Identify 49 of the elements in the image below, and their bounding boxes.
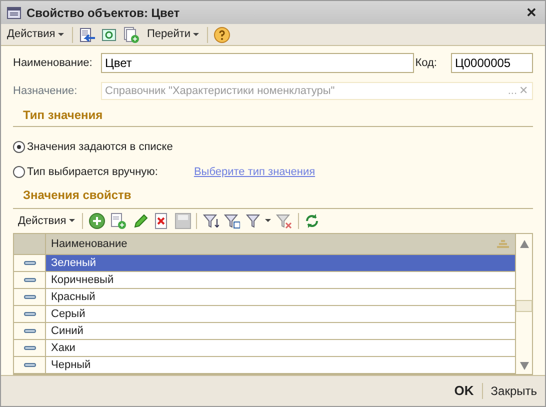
scroll-thumb-icon[interactable]	[516, 300, 533, 312]
add-icon[interactable]	[88, 212, 105, 229]
clear-filter-icon[interactable]	[276, 212, 292, 229]
actions-menu[interactable]: Действия	[5, 25, 66, 44]
close-button[interactable]: Закрыть	[488, 380, 539, 401]
refresh-icon[interactable]	[100, 26, 117, 43]
radio-label: Значения задаются в списке	[27, 140, 173, 155]
radio-button[interactable]	[13, 166, 25, 178]
row-marker-icon	[24, 312, 36, 316]
code-field[interactable]: Ц0000005	[451, 52, 533, 73]
delete-icon[interactable]	[153, 212, 170, 229]
section-heading: Значения свойств	[23, 188, 132, 202]
window-icon	[7, 6, 21, 19]
goto-menu[interactable]: Перейти	[144, 25, 202, 44]
purpose-value: Справочник "Характеристики номенклатуры"	[105, 84, 336, 99]
name-label: Наименование:	[13, 56, 94, 71]
radio-label: Тип выбирается вручную:	[27, 164, 158, 180]
radio-button[interactable]	[13, 140, 25, 153]
name-field[interactable]: Цвет	[101, 52, 414, 73]
caret-icon	[68, 219, 75, 222]
actions-menu[interactable]: Действия	[16, 212, 77, 230]
refresh-icon[interactable]	[304, 212, 320, 229]
copy-add-icon[interactable]	[110, 212, 126, 229]
filter-icon[interactable]	[224, 212, 240, 229]
caret-icon	[193, 33, 200, 36]
purpose-label: Назначение:	[13, 84, 78, 99]
sort-icon	[497, 240, 509, 248]
filter-icon[interactable]	[246, 212, 262, 229]
filter-icon[interactable]	[202, 212, 219, 229]
column-title: Наименование	[51, 236, 128, 252]
copy-add-icon[interactable]	[122, 26, 139, 43]
type-link[interactable]: Выберите тип значения	[194, 164, 316, 180]
pencil-icon[interactable]	[132, 212, 148, 229]
ok-button[interactable]: OK	[452, 380, 476, 402]
row-marker-icon	[24, 362, 36, 367]
document-arrow-icon[interactable]	[78, 26, 95, 43]
code-label: Код:	[415, 56, 437, 71]
help-icon[interactable]	[214, 26, 230, 43]
row-marker-icon	[24, 346, 36, 350]
caret-icon	[264, 219, 271, 222]
table-cell[interactable]: Зеленый	[46, 254, 515, 271]
row-marker-icon	[24, 294, 36, 299]
row-marker-icon	[24, 278, 36, 282]
window-title: Свойство объектов: Цвет	[26, 4, 181, 22]
row-marker-icon	[24, 260, 36, 265]
close-button[interactable]: ✕	[524, 2, 539, 24]
caret-icon	[58, 33, 64, 36]
section-heading: Тип значения	[23, 108, 103, 122]
row-marker-icon	[24, 328, 36, 333]
